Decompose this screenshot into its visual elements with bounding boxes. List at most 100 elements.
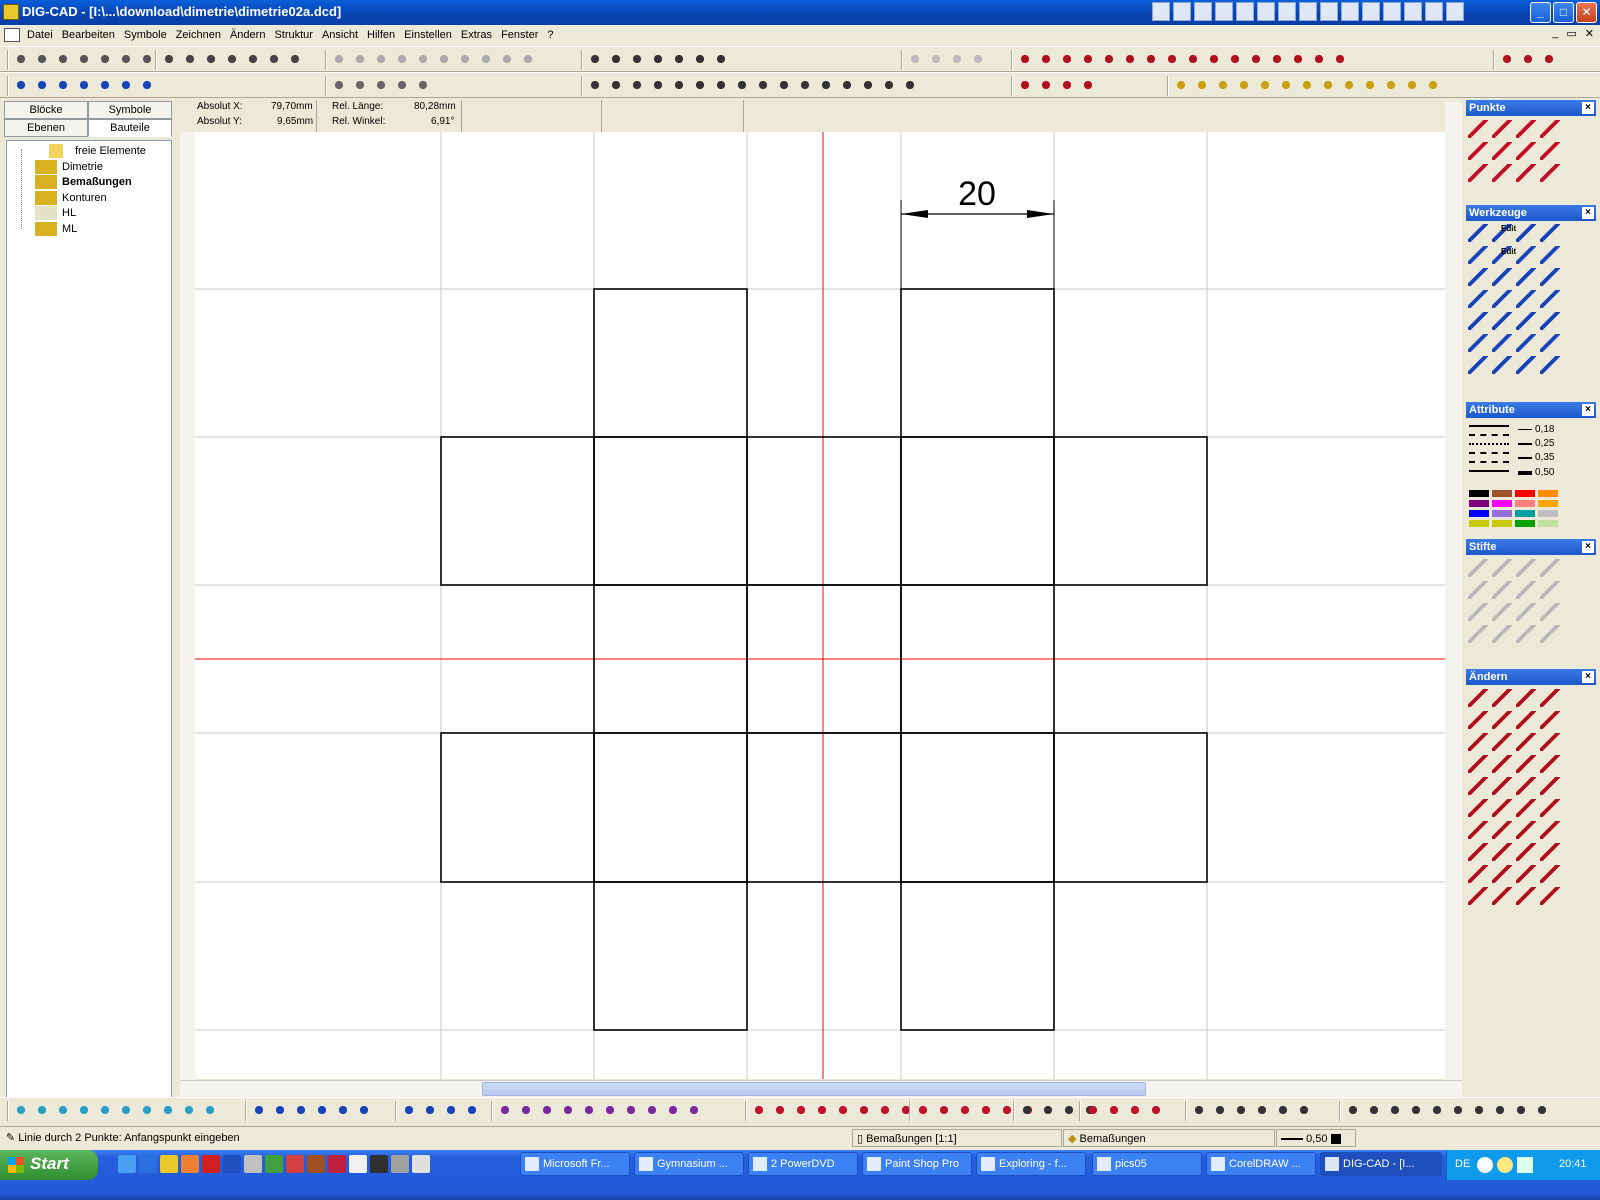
toolbar-button-icon[interactable] bbox=[181, 50, 199, 68]
toolbar-button-icon[interactable] bbox=[1253, 1101, 1271, 1119]
toolbar-button-icon[interactable] bbox=[351, 76, 369, 94]
toolbar-button-icon[interactable] bbox=[54, 1101, 72, 1119]
tree-item[interactable]: Konturen bbox=[35, 190, 107, 206]
drawing-area[interactable]: 20 bbox=[195, 132, 1445, 1079]
tray-icon[interactable] bbox=[1497, 1157, 1513, 1173]
tool-icon[interactable] bbox=[1468, 246, 1488, 264]
tree-item[interactable]: Bemaßungen bbox=[35, 174, 132, 190]
toolbar-button-icon[interactable] bbox=[897, 1101, 915, 1119]
tool-icon[interactable] bbox=[1516, 733, 1536, 751]
shortcut-icon[interactable] bbox=[1152, 2, 1170, 21]
taskbar-task-button[interactable]: Gymnasium ... bbox=[634, 1152, 744, 1176]
maximize-button[interactable]: □ bbox=[1553, 2, 1574, 23]
tool-icon[interactable] bbox=[1540, 334, 1560, 352]
toolbar-button-icon[interactable] bbox=[1184, 50, 1202, 68]
toolbar-button-icon[interactable] bbox=[1016, 76, 1034, 94]
toolbar-button-icon[interactable] bbox=[1289, 50, 1307, 68]
toolbar-button-icon[interactable] bbox=[117, 1101, 135, 1119]
toolbar-button-icon[interactable] bbox=[750, 1101, 768, 1119]
tool-icon[interactable] bbox=[1492, 865, 1512, 883]
toolbar-button-icon[interactable] bbox=[477, 50, 495, 68]
toolbar-button-icon[interactable] bbox=[75, 76, 93, 94]
toolbar-button-icon[interactable] bbox=[96, 1101, 114, 1119]
toolbar-button-icon[interactable] bbox=[1247, 50, 1265, 68]
toolbar-button-icon[interactable] bbox=[1147, 1101, 1165, 1119]
toolbar-button-icon[interactable] bbox=[1277, 76, 1295, 94]
tool-icon[interactable] bbox=[1468, 334, 1488, 352]
tool-icon[interactable] bbox=[1492, 625, 1512, 643]
toolbar-button-icon[interactable] bbox=[1193, 76, 1211, 94]
menu-item[interactable]: Hilfen bbox=[364, 29, 401, 41]
tool-icon[interactable] bbox=[1540, 224, 1560, 242]
toolbar-button-icon[interactable] bbox=[202, 50, 220, 68]
toolbar-button-icon[interactable] bbox=[393, 50, 411, 68]
tool-icon[interactable] bbox=[1492, 821, 1512, 839]
quick-launch-icon[interactable] bbox=[118, 1155, 136, 1173]
tool-icon[interactable] bbox=[1516, 290, 1536, 308]
tool-icon[interactable] bbox=[1516, 268, 1536, 286]
tool-icon[interactable] bbox=[1468, 559, 1488, 577]
horizontal-scrollbar[interactable] bbox=[180, 1080, 1462, 1097]
color-swatch[interactable] bbox=[1492, 500, 1512, 507]
toolbar-button-icon[interactable] bbox=[517, 1101, 535, 1119]
tool-icon[interactable] bbox=[1540, 733, 1560, 751]
quick-launch-icon[interactable] bbox=[370, 1155, 388, 1173]
linestyle-dashdot[interactable] bbox=[1469, 452, 1509, 454]
tool-icon[interactable] bbox=[1540, 711, 1560, 729]
toolbar-button-icon[interactable] bbox=[313, 1101, 331, 1119]
tool-icon[interactable] bbox=[1540, 142, 1560, 160]
shortcut-icon[interactable] bbox=[1236, 2, 1254, 21]
shortcut-icon[interactable] bbox=[1320, 2, 1338, 21]
tool-icon[interactable] bbox=[1516, 224, 1536, 242]
tool-icon[interactable] bbox=[1516, 356, 1536, 374]
toolbar-button-icon[interactable] bbox=[292, 1101, 310, 1119]
status-layer[interactable]: ▯ Bemaßungen [1:1] bbox=[852, 1129, 1062, 1147]
tool-icon[interactable] bbox=[1540, 246, 1560, 264]
quick-launch-icon[interactable] bbox=[328, 1155, 346, 1173]
toolbar-button-icon[interactable] bbox=[160, 50, 178, 68]
tray-icon[interactable] bbox=[1477, 1157, 1493, 1173]
toolbar-button-icon[interactable] bbox=[463, 1101, 481, 1119]
toolbar-button-icon[interactable] bbox=[712, 76, 730, 94]
toolbar-button-icon[interactable] bbox=[685, 1101, 703, 1119]
close-icon[interactable]: × bbox=[1582, 207, 1594, 219]
toolbar-button-icon[interactable] bbox=[117, 76, 135, 94]
toolbar-button-icon[interactable] bbox=[330, 50, 348, 68]
shortcut-icon[interactable] bbox=[1278, 2, 1296, 21]
toolbar-button-icon[interactable] bbox=[442, 1101, 460, 1119]
mdi-minimize-button[interactable]: _ bbox=[1552, 27, 1558, 40]
toolbar-button-icon[interactable] bbox=[775, 76, 793, 94]
menu-item[interactable]: Extras bbox=[458, 29, 498, 41]
tool-icon[interactable] bbox=[1540, 777, 1560, 795]
tool-icon[interactable] bbox=[1492, 733, 1512, 751]
tool-icon[interactable] bbox=[1492, 777, 1512, 795]
tool-icon[interactable] bbox=[1492, 312, 1512, 330]
quick-launch-icon[interactable] bbox=[412, 1155, 430, 1173]
toolbar-button-icon[interactable] bbox=[1512, 1101, 1530, 1119]
toolbar-button-icon[interactable] bbox=[1403, 76, 1421, 94]
tool-icon[interactable] bbox=[1468, 733, 1488, 751]
toolbar-button-icon[interactable] bbox=[1470, 1101, 1488, 1119]
toolbar-button-icon[interactable] bbox=[519, 50, 537, 68]
toolbar-button-icon[interactable] bbox=[1295, 1101, 1313, 1119]
toolbar-button-icon[interactable] bbox=[180, 1101, 198, 1119]
menu-item[interactable]: Ändern bbox=[227, 29, 271, 41]
toolbar-button-icon[interactable] bbox=[935, 1101, 953, 1119]
toolbar-button-icon[interactable] bbox=[244, 50, 262, 68]
toolbar-button-icon[interactable] bbox=[1298, 76, 1316, 94]
tool-icon[interactable] bbox=[1492, 799, 1512, 817]
tool-icon[interactable] bbox=[1516, 865, 1536, 883]
tool-icon[interactable] bbox=[1492, 755, 1512, 773]
tab-bauteile[interactable]: Bauteile bbox=[88, 119, 172, 137]
linestyle-solid[interactable] bbox=[1469, 425, 1509, 427]
color-swatch[interactable] bbox=[1492, 490, 1512, 497]
toolbar-button-icon[interactable] bbox=[421, 1101, 439, 1119]
tool-icon[interactable] bbox=[1540, 603, 1560, 621]
tool-icon[interactable] bbox=[1468, 120, 1488, 138]
toolbar-button-icon[interactable] bbox=[33, 1101, 51, 1119]
tool-icon[interactable] bbox=[1516, 312, 1536, 330]
menu-item[interactable]: Symbole bbox=[121, 29, 173, 41]
toolbar-button-icon[interactable] bbox=[1491, 1101, 1509, 1119]
tool-icon[interactable] bbox=[1468, 865, 1488, 883]
toolbar-button-icon[interactable] bbox=[622, 1101, 640, 1119]
